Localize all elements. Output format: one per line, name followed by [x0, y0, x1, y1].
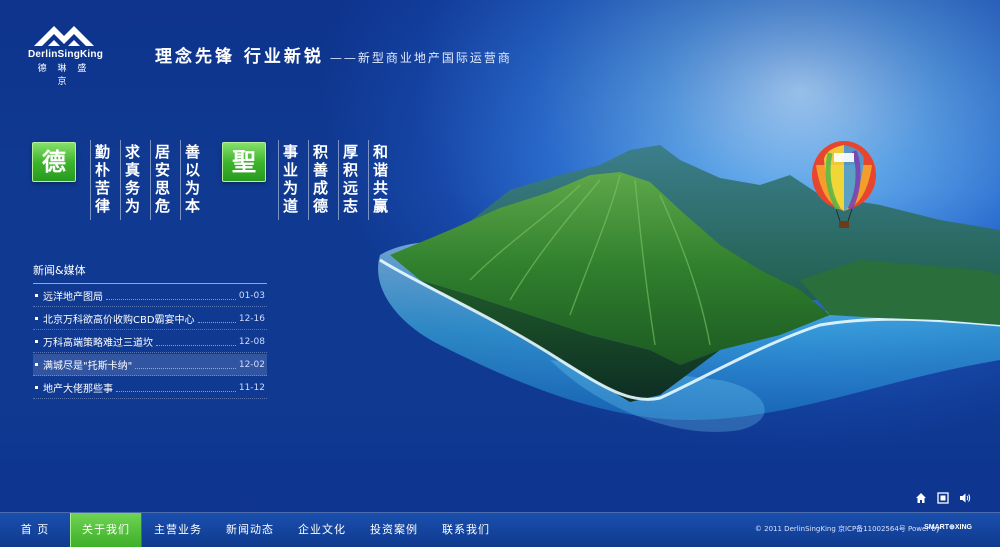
value-column-1: 勤朴苦律	[90, 140, 114, 220]
news-item-title[interactable]: 满城尽是"托斯卡纳"	[43, 357, 132, 372]
nav-cases[interactable]: 投资案例	[358, 513, 430, 547]
dotted-leader	[135, 361, 236, 369]
dotted-leader	[156, 338, 236, 346]
value-column-7: 厚积远志	[338, 140, 362, 220]
nav-news[interactable]: 新闻动态	[214, 513, 286, 547]
value-column-3: 居安思危	[150, 140, 174, 220]
seal-de: 德	[32, 142, 76, 182]
slogan-main: 理念先锋 行业新锐	[155, 47, 324, 67]
home-icon[interactable]	[914, 491, 928, 505]
bullet-icon	[35, 363, 38, 366]
value-column-4: 善以为本	[180, 140, 204, 220]
news-item[interactable]: 万科高端策略难过三道坎 12-08	[33, 331, 267, 353]
news-item[interactable]: 地产大佬那些事 11-12	[33, 377, 267, 399]
dotted-leader	[197, 315, 236, 323]
news-item-title[interactable]: 万科高端策略难过三道坎	[43, 334, 153, 349]
news-item-title[interactable]: 远洋地产图局	[43, 288, 103, 303]
nav-about[interactable]: 关于我们	[70, 512, 142, 547]
news-item[interactable]: 满城尽是"托斯卡纳" 12-02	[33, 354, 267, 376]
news-item-date: 12-16	[238, 313, 265, 324]
news-panel: 新闻&媒体 远洋地产图局 01-03 北京万科欲高价收购CBD霸宴中心 12-1…	[33, 262, 267, 399]
bullet-icon	[35, 340, 38, 343]
tool-icons	[914, 491, 972, 505]
value-column-5: 事业为道	[278, 140, 302, 220]
footer-brand-logo[interactable]: SMART⊕XING	[924, 523, 972, 531]
mountain-logo-icon	[34, 26, 94, 46]
bullet-icon	[35, 386, 38, 389]
slogan-sub: ——新型商业地产国际运营商	[329, 51, 512, 65]
news-item-date: 12-02	[238, 359, 265, 370]
logo-name: DerlinSingKing	[28, 49, 104, 60]
speaker-icon[interactable]	[958, 491, 972, 505]
nav-home[interactable]: 首 页	[0, 513, 70, 547]
nav-business[interactable]: 主营业务	[142, 513, 214, 547]
qr-code-icon[interactable]	[936, 491, 950, 505]
news-item-date: 12-08	[238, 336, 265, 347]
value-column-6: 积善成德	[308, 140, 332, 220]
slogan: 理念先锋 行业新锐 ——新型商业地产国际运营商	[155, 42, 512, 67]
footer-copyright: © 2011 DerlinSingKing 京ICP备11002564号 Pow…	[754, 525, 940, 533]
nav-culture[interactable]: 企业文化	[286, 513, 358, 547]
nav-contact[interactable]: 联系我们	[430, 513, 502, 547]
news-item-date: 01-03	[238, 290, 265, 301]
bullet-icon	[35, 294, 38, 297]
seal-sheng: 聖	[222, 142, 266, 182]
news-item[interactable]: 远洋地产图局 01-03	[33, 285, 267, 307]
news-item[interactable]: 北京万科欲高价收购CBD霸宴中心 12-16	[33, 308, 267, 330]
value-column-2: 求真务为	[120, 140, 144, 220]
news-item-title[interactable]: 北京万科欲高价收购CBD霸宴中心	[43, 311, 195, 326]
dotted-leader	[106, 292, 236, 300]
news-list: 远洋地产图局 01-03 北京万科欲高价收购CBD霸宴中心 12-16 万科高端…	[33, 285, 267, 399]
logo-subtitle: 德 琳 盛 京	[37, 64, 91, 87]
dotted-leader	[116, 384, 236, 392]
news-item-title[interactable]: 地产大佬那些事	[43, 380, 113, 395]
news-item-date: 11-12	[238, 382, 265, 393]
island-illustration	[378, 141, 1000, 432]
news-heading: 新闻&媒体	[33, 262, 267, 284]
logo[interactable]: DerlinSingKing 德 琳 盛 京	[28, 22, 104, 87]
bullet-icon	[35, 317, 38, 320]
